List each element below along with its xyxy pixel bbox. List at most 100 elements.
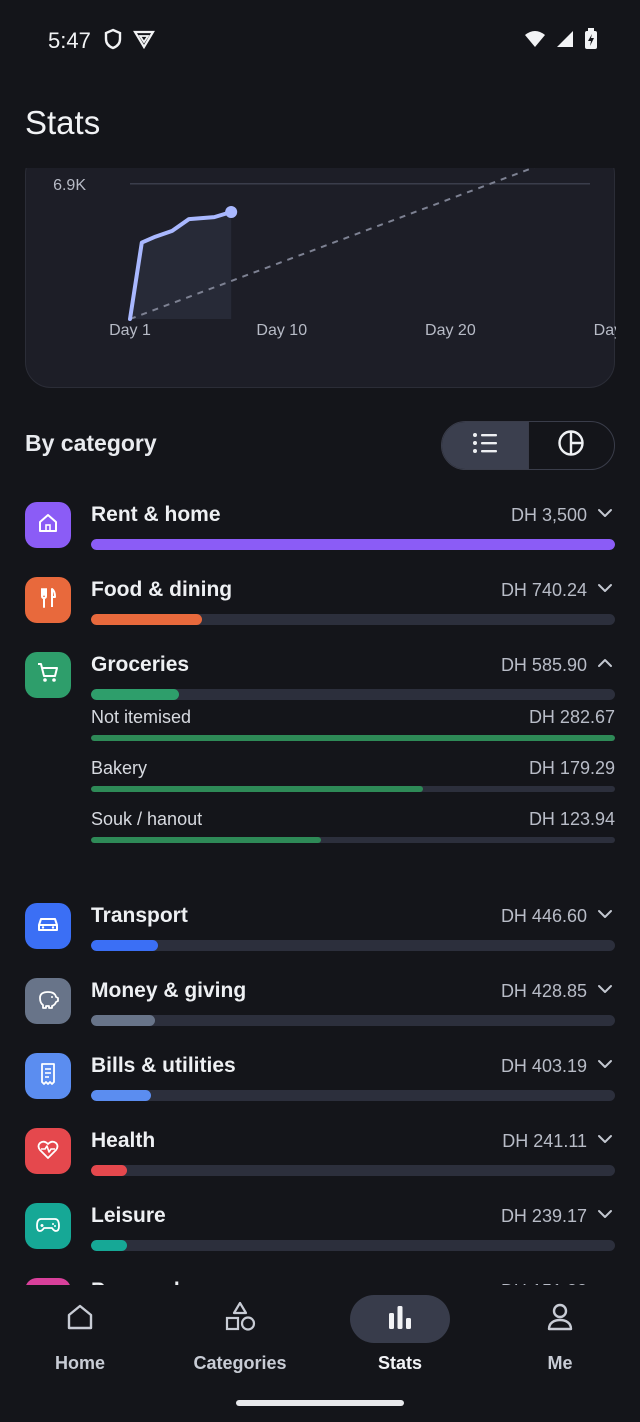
category-bar-track	[91, 539, 615, 550]
category-name: Bills & utilities	[91, 1054, 236, 1077]
subcategory-name: Bakery	[91, 758, 148, 778]
chevron-up-icon[interactable]	[595, 653, 615, 673]
y-reference-label: 6.9K	[53, 177, 86, 194]
signal-icon	[556, 30, 574, 53]
nav-stats-label: Stats	[377, 1353, 422, 1373]
category-row-food-dining[interactable]: Food & dining DH 740.24	[0, 577, 640, 637]
category-amount: DH 585.90	[500, 655, 587, 675]
x-tick-label: Day 10	[256, 322, 307, 339]
subcategory-bar-fill	[91, 837, 322, 843]
receipt-icon	[37, 1062, 59, 1091]
category-row-transport[interactable]: Transport DH 446.60	[0, 903, 640, 963]
category-amount: DH 740.24	[500, 580, 587, 600]
by-category-title: By category	[25, 430, 157, 456]
category-bar-fill	[91, 940, 159, 951]
category-bar-fill	[91, 614, 203, 625]
category-amount: DH 403.19	[500, 1056, 587, 1076]
category-row-bills-utilities[interactable]: Bills & utilities DH 403.19	[0, 1053, 640, 1113]
category-bar-fill	[91, 1240, 127, 1251]
category-name: Money & giving	[91, 979, 247, 1002]
category-icon	[25, 652, 71, 698]
nav-me-label: Me	[547, 1353, 573, 1373]
category-amount: DH 446.60	[500, 906, 587, 926]
category-amount: DH 3,500	[510, 505, 587, 525]
subcategory-amount: DH 282.67	[528, 707, 615, 727]
piggy-bank-icon	[36, 988, 60, 1015]
chevron-down-icon[interactable]	[595, 578, 615, 598]
subcategory-row[interactable]: Bakery DH 179.29	[91, 758, 615, 798]
nav-categories-pill	[190, 1295, 290, 1343]
spending-chart-card: 6.9K Day 1 Day 10 Day 20 Day 30	[25, 168, 616, 388]
series-endpoint	[225, 206, 238, 219]
category-icon	[25, 1278, 71, 1285]
nav-home-label: Home	[54, 1353, 105, 1373]
home-icon	[65, 1302, 95, 1337]
nav-stats[interactable]: Stats	[320, 1295, 480, 1375]
vpn-icon	[132, 29, 155, 54]
category-icon	[25, 502, 71, 548]
bottom-nav: Home Categories Stats Me	[0, 1285, 640, 1422]
category-row-money-giving[interactable]: Money & giving DH 428.85	[0, 978, 640, 1038]
category-icon	[25, 1128, 71, 1174]
category-bar-track	[91, 689, 615, 700]
spending-chart: 6.9K Day 1 Day 10 Day 20 Day 30	[53, 168, 616, 339]
subcategory-bar-fill	[91, 786, 424, 792]
category-icon	[25, 903, 71, 949]
category-amount: DH 428.85	[500, 981, 587, 1001]
heart-pulse-icon	[36, 1138, 60, 1165]
list-view-toggle[interactable]	[442, 422, 528, 469]
subcategory-row[interactable]: Souk / hanout DH 123.94	[91, 809, 615, 849]
category-icon	[25, 1053, 71, 1099]
subcategory-bar-fill	[91, 735, 615, 741]
nav-me-pill	[510, 1295, 610, 1343]
subcategory-bar-track	[91, 786, 615, 792]
subcategory-bar-track	[91, 837, 615, 843]
category-amount: DH 241.11	[502, 1131, 587, 1151]
view-toggle[interactable]	[441, 421, 615, 470]
nav-home[interactable]: Home	[0, 1295, 160, 1375]
list-icon	[472, 432, 498, 459]
pie-chart-icon	[557, 429, 585, 462]
category-name: Rent & home	[91, 503, 221, 526]
subcategory-bar-track	[91, 735, 615, 741]
status-time: 5:47	[48, 28, 91, 53]
chevron-down-icon[interactable]	[595, 1054, 615, 1074]
pie-view-toggle[interactable]	[529, 422, 615, 469]
category-name: Leisure	[91, 1204, 166, 1227]
chevron-down-icon[interactable]	[595, 979, 615, 999]
status-bar: 5:47	[0, 0, 640, 82]
chevron-down-icon[interactable]	[595, 1129, 615, 1149]
category-icon	[25, 577, 71, 623]
battery-icon	[584, 28, 598, 55]
nav-categories[interactable]: Categories	[160, 1295, 320, 1375]
chevron-down-icon[interactable]	[595, 503, 615, 523]
chevron-down-icon[interactable]	[595, 904, 615, 924]
gamepad-icon	[35, 1213, 61, 1240]
category-row-personal-care[interactable]: Personal careDH 151.82	[0, 1278, 640, 1285]
chevron-down-icon[interactable]	[595, 1204, 615, 1224]
subcategory-row[interactable]: Not itemised DH 282.67	[91, 707, 615, 747]
car-icon	[36, 913, 60, 940]
x-tick-label: Day 1	[109, 322, 151, 339]
category-bar-track	[91, 1165, 615, 1176]
subcategory-name: Not itemised	[91, 707, 192, 727]
category-row-leisure[interactable]: Leisure DH 239.17	[0, 1203, 640, 1263]
category-name: Groceries	[91, 653, 190, 676]
category-bar-track	[91, 1240, 615, 1251]
series-area	[130, 212, 232, 319]
page-title: Stats	[25, 104, 101, 141]
nav-home-pill	[30, 1295, 130, 1343]
category-row-health[interactable]: Health DH 241.11	[0, 1128, 640, 1188]
stats-scroll-area[interactable]: 6.9KDay 1Day 10Day 20Day 30 By category …	[0, 168, 640, 1285]
person-icon	[545, 1302, 575, 1337]
category-row-groceries[interactable]: Groceries DH 585.90	[0, 652, 640, 712]
fork-knife-icon	[37, 587, 59, 614]
category-row-rent-home[interactable]: Rent & home DH 3,500	[0, 502, 640, 562]
category-icon	[25, 978, 71, 1024]
category-bar-fill	[91, 1090, 152, 1101]
subcategory-amount: DH 179.29	[528, 758, 615, 778]
category-name: Health	[91, 1129, 156, 1152]
gesture-handle[interactable]	[236, 1400, 404, 1406]
nav-categories-label: Categories	[193, 1353, 287, 1373]
nav-me[interactable]: Me	[480, 1295, 640, 1375]
